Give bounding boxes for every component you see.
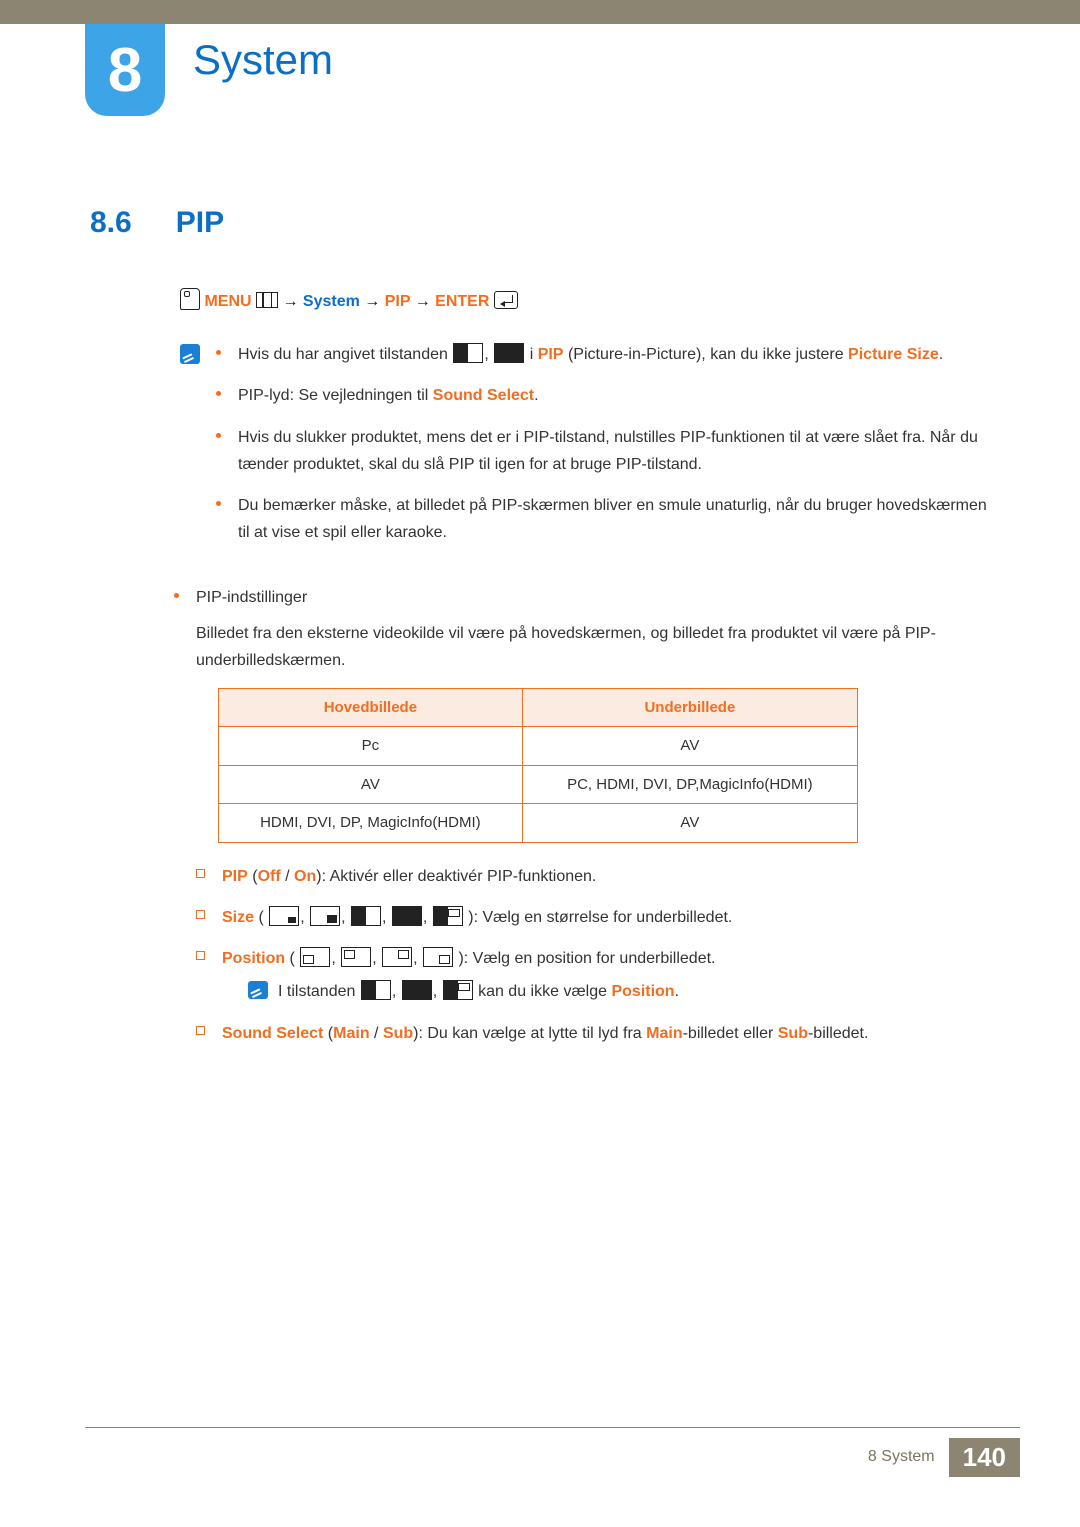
section-heading: 8.6 PIP <box>90 206 1080 240</box>
menu-path: MENU → System → PIP → ENTER <box>180 288 1000 315</box>
settings-title: PIP-indstillinger <box>196 584 1000 611</box>
cell-r1c2: AV <box>522 727 857 766</box>
footer-text: 8 System <box>868 1448 935 1466</box>
note2-c: . <box>534 387 538 404</box>
opt-size: Size ( , , , , ): Vælg en størrelse for … <box>196 904 1000 931</box>
opt-sound-key: Sound Select <box>222 1025 323 1042</box>
opt-sound-sub: Sub <box>383 1025 413 1042</box>
opt-sound-t1: : Du kan vælge at lytte til lyd fra <box>418 1025 646 1042</box>
opt-pip-key: PIP <box>222 868 248 885</box>
size-full-icon <box>402 980 432 1000</box>
opt-pos-text: : Vælg en position for underbilledet. <box>464 950 716 967</box>
settings-desc: Billedet fra den eksterne videokilde vil… <box>196 620 1000 674</box>
note1-pip: PIP <box>538 346 564 363</box>
page-number: 140 <box>949 1438 1020 1477</box>
enter-icon <box>494 291 518 309</box>
pos-bl-icon <box>300 947 330 967</box>
nav-enter: ENTER <box>435 293 489 310</box>
note1-f: . <box>939 346 943 363</box>
opt-pip-off: Off <box>258 868 281 885</box>
pos-br-icon <box>423 947 453 967</box>
posnote-b: kan du ikke vælge <box>478 983 611 1000</box>
pip-layout-half-icon <box>453 343 483 363</box>
note-item-1: Hvis du har angivet tilstanden , i PIP (… <box>216 341 1000 368</box>
menu-icon <box>256 292 278 308</box>
note-item-3: Hvis du slukker produktet, mens det er i… <box>216 424 1000 478</box>
nav-pip: PIP <box>385 293 411 310</box>
posnote-a: I tilstanden <box>278 983 360 1000</box>
note2-a: PIP-lyd: Se vejledningen til <box>238 387 433 404</box>
nav-arrow-3: → <box>415 293 435 310</box>
nav-system: System <box>303 293 360 310</box>
section-number: 8.6 <box>90 206 132 240</box>
size-pip-icon <box>443 980 473 1000</box>
cell-r1c1: Pc <box>219 727 523 766</box>
opt-size-key: Size <box>222 909 254 926</box>
th-main: Hovedbillede <box>219 688 523 727</box>
size-half-icon <box>351 906 381 926</box>
opt-size-text: : Vælg en størrelse for underbilledet. <box>474 909 733 926</box>
remote-icon <box>180 288 200 310</box>
opt-sound-sub2: Sub <box>778 1025 808 1042</box>
opt-position: Position ( , , , ): Vælg en position for… <box>196 945 1000 1005</box>
size-pip-icon <box>433 906 463 926</box>
pos-tl-icon <box>341 947 371 967</box>
nav-arrow-1: → <box>282 293 302 310</box>
nav-menu: MENU <box>204 293 251 310</box>
chapter-header: 8 System <box>0 24 1080 116</box>
opt-pip-text: : Aktivér eller deaktivér PIP-funktionen… <box>322 868 597 885</box>
section-title: PIP <box>176 206 224 240</box>
cell-r2c1: AV <box>219 765 523 804</box>
chapter-title: System <box>193 36 333 84</box>
source-table: Hovedbillede Underbillede Pc AV AV PC, H… <box>218 688 858 843</box>
note-item-2: PIP-lyd: Se vejledningen til Sound Selec… <box>216 382 1000 409</box>
opt-sound-t2: -billedet eller <box>683 1025 778 1042</box>
opt-sound: Sound Select (Main / Sub): Du kan vælge … <box>196 1020 1000 1047</box>
cell-r3c2: AV <box>522 804 857 843</box>
cell-r2c2: PC, HDMI, DVI, DP,MagicInfo(HDMI) <box>522 765 857 804</box>
cell-r3c1: HDMI, DVI, DP, MagicInfo(HDMI) <box>219 804 523 843</box>
posnote-pos: Position <box>611 983 674 1000</box>
opt-pip: PIP (Off / On): Aktivér eller deaktivér … <box>196 863 1000 890</box>
note1-b: i <box>530 346 538 363</box>
table-row: HDMI, DVI, DP, MagicInfo(HDMI) AV <box>219 804 858 843</box>
table-row: Pc AV <box>219 727 858 766</box>
note1-a: Hvis du har angivet tilstanden <box>238 346 452 363</box>
size-small-icon <box>269 906 299 926</box>
note1-d: (Picture-in-Picture), kan du ikke juster… <box>568 346 848 363</box>
size-full-icon <box>392 906 422 926</box>
settings-block: PIP-indstillinger Billedet fra den ekste… <box>174 584 1000 1047</box>
nav-arrow-2: → <box>364 293 384 310</box>
top-bar <box>0 0 1080 24</box>
opt-sound-main: Main <box>333 1025 369 1042</box>
footer: 8 System 140 <box>0 1427 1080 1505</box>
posnote-d: . <box>675 983 679 1000</box>
position-note: I tilstanden , , kan du ikke vælge Posit… <box>248 978 1000 1005</box>
chapter-number-tab: 8 <box>85 24 165 116</box>
opt-sound-main2: Main <box>646 1025 682 1042</box>
note-block: Hvis du har angivet tilstanden , i PIP (… <box>180 341 1000 560</box>
pip-layout-full-icon <box>494 343 524 363</box>
note-icon <box>180 344 200 364</box>
size-half-icon <box>361 980 391 1000</box>
note2-ss: Sound Select <box>433 387 534 404</box>
table-row: AV PC, HDMI, DVI, DP,MagicInfo(HDMI) <box>219 765 858 804</box>
opt-pip-on: On <box>294 868 316 885</box>
size-medium-icon <box>310 906 340 926</box>
note1-picsize: Picture Size <box>848 346 939 363</box>
opt-pos-key: Position <box>222 950 285 967</box>
note-item-4: Du bemærker måske, at billedet på PIP-sk… <box>216 492 1000 546</box>
note-icon <box>248 981 268 999</box>
th-sub: Underbillede <box>522 688 857 727</box>
opt-sound-t3: -billedet. <box>808 1025 868 1042</box>
pos-tr-icon <box>382 947 412 967</box>
